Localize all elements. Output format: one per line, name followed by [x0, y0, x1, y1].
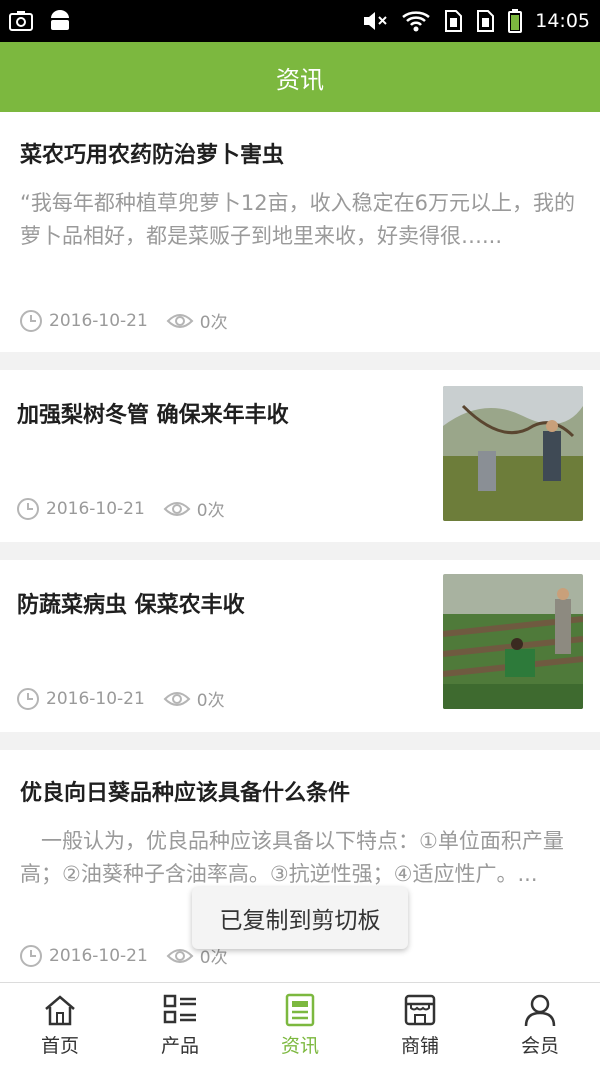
eye-icon — [166, 948, 194, 963]
tab-label: 产品 — [160, 1035, 199, 1057]
clock-icon — [17, 687, 39, 710]
status-bar: 14:05 — [0, 0, 600, 42]
tab-label: 商铺 — [400, 1035, 439, 1057]
tab-news[interactable]: 资讯 — [240, 983, 360, 1068]
news-title: 防蔬菜病虫 保菜农丰收 — [17, 593, 245, 618]
clock-icon — [17, 497, 39, 520]
app-header: 资讯 — [0, 42, 600, 112]
news-thumbnail — [443, 574, 583, 709]
news-views: 0次 — [199, 313, 228, 333]
news-item[interactable]: 加强梨树冬管 确保来年丰收 2016-10-21 0次 — [0, 370, 600, 542]
status-time: 14:05 — [535, 10, 590, 32]
tab-shop[interactable]: 商铺 — [360, 983, 480, 1068]
news-item[interactable]: 优良向日葵品种应该具备什么条件 一般认为，优良品种应该具备以下特点：①单位面积产… — [0, 750, 600, 1000]
bottom-tab-bar: 首页 产品 资讯 商铺 会员 — [0, 982, 600, 1068]
home-icon — [45, 995, 75, 1026]
clock-icon — [20, 309, 42, 332]
tab-member[interactable]: 会员 — [480, 983, 600, 1068]
news-date: 2016-10-21 — [46, 498, 145, 519]
mute-icon — [364, 12, 387, 30]
tab-label: 资讯 — [280, 1035, 319, 1057]
eye-icon — [166, 313, 194, 328]
news-date: 2016-10-21 — [49, 310, 148, 331]
news-list[interactable]: 菜农巧用农药防治萝卜害虫 “我每年都种植草兜萝卜12亩，收入稳定在6万元以上，我… — [0, 112, 600, 1000]
news-views: 0次 — [196, 501, 225, 521]
news-title: 加强梨树冬管 确保来年丰收 — [17, 403, 289, 428]
news-meta: 2016-10-21 0次 — [16, 496, 225, 521]
news-item[interactable]: 菜农巧用农药防治萝卜害虫 “我每年都种植草兜萝卜12亩，收入稳定在6万元以上，我… — [0, 112, 600, 352]
tab-label: 会员 — [520, 1035, 559, 1057]
news-title: 菜农巧用农药防治萝卜害虫 — [20, 143, 285, 168]
news-thumbnail — [443, 386, 583, 521]
news-meta: 2016-10-21 0次 — [16, 686, 225, 711]
page-title: 资讯 — [276, 65, 324, 94]
toast-message: 已复制到剪切板 — [192, 887, 408, 949]
news-meta: 2016-10-21 0次 — [19, 308, 228, 333]
news-views: 0次 — [196, 691, 225, 711]
tab-home[interactable]: 首页 — [0, 983, 120, 1068]
clock-icon — [20, 944, 42, 967]
battery-icon — [508, 9, 523, 33]
shop-icon — [404, 994, 436, 1026]
sim1-icon — [445, 10, 463, 32]
news-title: 优良向日葵品种应该具备什么条件 — [20, 781, 351, 806]
member-icon — [524, 994, 556, 1027]
eye-icon — [163, 501, 191, 516]
news-item[interactable]: 防蔬菜病虫 保菜农丰收 2016-10-21 0次 — [0, 560, 600, 732]
news-summary: “我每年都种植草兜萝卜12亩，收入稳定在6万元以上，我的萝卜品相好，都是菜贩子到… — [20, 191, 575, 248]
eye-icon — [163, 691, 191, 706]
tab-products[interactable]: 产品 — [120, 983, 240, 1068]
android-icon — [51, 10, 69, 30]
sim2-icon — [477, 10, 495, 32]
tab-label: 首页 — [40, 1035, 79, 1057]
news-date: 2016-10-21 — [49, 945, 148, 966]
news-date: 2016-10-21 — [46, 688, 145, 709]
wifi-icon — [402, 11, 431, 32]
product-list-icon — [163, 994, 196, 1024]
news-icon — [285, 993, 315, 1027]
news-summary: 一般认为，优良品种应该具备以下特点：①单位面积产量高；②油葵种子含油率高。③抗逆… — [20, 829, 564, 886]
screenshot-icon — [9, 11, 33, 31]
